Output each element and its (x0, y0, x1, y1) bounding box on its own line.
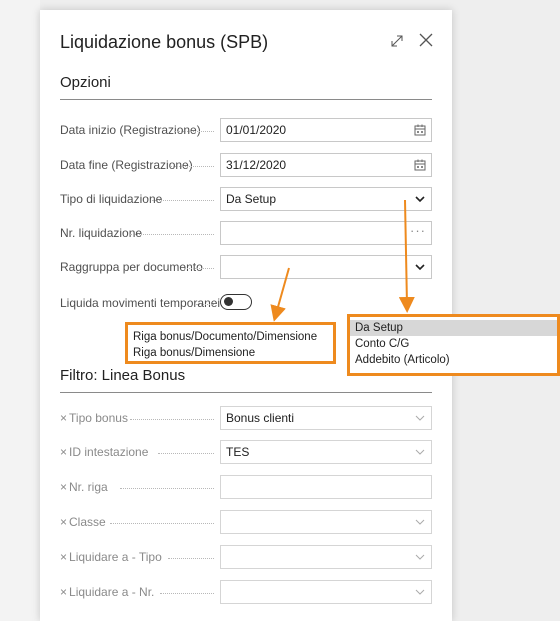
filter-label-text: ID intestazione (69, 445, 149, 459)
chevron-down-icon[interactable] (413, 515, 427, 529)
end-date-label: Data fine (Registrazione) (60, 158, 193, 172)
filter-class-select[interactable] (220, 510, 432, 534)
filter-label: × Tipo bonus (60, 411, 128, 425)
filter-value: Bonus clienti (226, 411, 295, 425)
calendar-icon[interactable] (413, 158, 427, 172)
start-date-input[interactable]: 01/01/2020 (220, 118, 432, 142)
filter-label-text: Liquidare a - Tipo (69, 550, 162, 564)
filter-label: × Nr. riga (60, 480, 108, 494)
filter-settle-to-type-select[interactable] (220, 545, 432, 569)
end-date-value: 31/12/2020 (226, 158, 287, 172)
filter-line-no-input[interactable] (220, 475, 432, 499)
filter-label: × ID intestazione (60, 445, 148, 459)
remove-filter-icon[interactable]: × (60, 550, 67, 564)
dropdown-option[interactable]: Conto C/G (350, 336, 557, 352)
filter-row-settle-to-type: × Liquidare a - Tipo (60, 545, 432, 569)
settle-temp-entries-toggle[interactable] (220, 294, 252, 310)
filter-row-header-id: × ID intestazione TES (60, 440, 432, 464)
dropdown-option[interactable]: Addebito (Articolo) (350, 352, 557, 368)
remove-filter-icon[interactable]: × (60, 585, 67, 599)
dropdown-option-selected[interactable]: Da Setup (350, 320, 557, 336)
filter-value: TES (226, 445, 250, 459)
group-by-document-options: Riga bonus/Documento/Dimensione Riga bon… (125, 322, 336, 364)
field-row-start-date: Data inizio (Registrazione) 01/01/2020 (60, 118, 432, 142)
settlement-no-input[interactable]: ··· (220, 221, 432, 245)
field-row-group-by-document: Raggruppa per documento (60, 255, 432, 279)
filter-label: × Liquidare a - Nr. (60, 585, 154, 599)
filter-label-text: Classe (69, 515, 106, 529)
end-date-input[interactable]: 31/12/2020 (220, 153, 432, 177)
label-leader (168, 558, 214, 559)
settlement-type-select[interactable]: Da Setup (220, 187, 432, 211)
filter-bonus-type-select[interactable]: Bonus clienti (220, 406, 432, 430)
field-row-settlement-type: Tipo di liquidazione Da Setup (60, 187, 432, 211)
label-leader (130, 419, 214, 420)
label-leader (170, 166, 214, 167)
field-row-end-date: Data fine (Registrazione) 31/12/2020 (60, 153, 432, 177)
chevron-down-icon[interactable] (413, 260, 427, 274)
dialog-title: Liquidazione bonus (SPB) (60, 32, 269, 52)
chevron-down-icon[interactable] (413, 192, 427, 206)
settlement-type-options: Da Setup Conto C/G Addebito (Articolo) (347, 314, 560, 376)
filter-header-id-select[interactable]: TES (220, 440, 432, 464)
remove-filter-icon[interactable]: × (60, 515, 67, 529)
section-options-title[interactable]: Opzioni (60, 74, 111, 91)
filter-row-class: × Classe (60, 510, 432, 534)
start-date-value: 01/01/2020 (226, 123, 287, 137)
dropdown-option[interactable]: Riga bonus/Documento/Dimensione (128, 329, 333, 345)
section-divider (60, 99, 432, 100)
filter-label-text: Tipo bonus (69, 411, 128, 425)
label-leader (196, 304, 214, 305)
expand-icon[interactable] (388, 32, 406, 50)
settlement-type-label: Tipo di liquidazione (60, 192, 163, 206)
assist-edit-button[interactable]: ··· (410, 220, 426, 242)
label-leader (158, 453, 214, 454)
filter-row-bonus-type: × Tipo bonus Bonus clienti (60, 406, 432, 430)
label-leader (152, 200, 214, 201)
label-leader (110, 523, 214, 524)
calendar-icon[interactable] (413, 123, 427, 137)
field-row-settle-temp-entries: Liquida movimenti temporanei (60, 291, 432, 315)
filter-label-text: Nr. riga (69, 480, 108, 494)
close-icon[interactable] (416, 30, 436, 50)
filter-label: × Classe (60, 515, 106, 529)
section-filter-title[interactable]: Filtro: Linea Bonus (60, 367, 185, 384)
remove-filter-icon[interactable]: × (60, 480, 67, 494)
chevron-down-icon[interactable] (413, 585, 427, 599)
label-leader (160, 593, 214, 594)
label-leader (130, 234, 214, 235)
remove-filter-icon[interactable]: × (60, 411, 67, 425)
chevron-down-icon[interactable] (413, 445, 427, 459)
chevron-down-icon[interactable] (413, 550, 427, 564)
filter-row-settle-to-no: × Liquidare a - Nr. (60, 580, 432, 604)
filter-settle-to-no-select[interactable] (220, 580, 432, 604)
chevron-down-icon[interactable] (413, 411, 427, 425)
filter-label: × Liquidare a - Tipo (60, 550, 162, 564)
filter-label-text: Liquidare a - Nr. (69, 585, 155, 599)
start-date-label: Data inizio (Registrazione) (60, 123, 201, 137)
label-leader (120, 488, 214, 489)
label-leader (184, 268, 214, 269)
toggle-knob (224, 297, 233, 306)
dropdown-option[interactable]: Riga bonus/Dimensione (128, 345, 333, 361)
group-by-document-label: Raggruppa per documento (60, 260, 203, 274)
settle-temp-entries-label: Liquida movimenti temporanei (60, 296, 221, 310)
group-by-document-select[interactable] (220, 255, 432, 279)
remove-filter-icon[interactable]: × (60, 445, 67, 459)
settlement-type-value: Da Setup (226, 192, 277, 206)
field-row-settlement-no: Nr. liquidazione ··· (60, 221, 432, 245)
filter-row-line-no: × Nr. riga (60, 475, 432, 499)
section-divider (60, 392, 432, 393)
settlement-no-label: Nr. liquidazione (60, 226, 143, 240)
background-page (0, 0, 40, 621)
label-leader (174, 131, 214, 132)
